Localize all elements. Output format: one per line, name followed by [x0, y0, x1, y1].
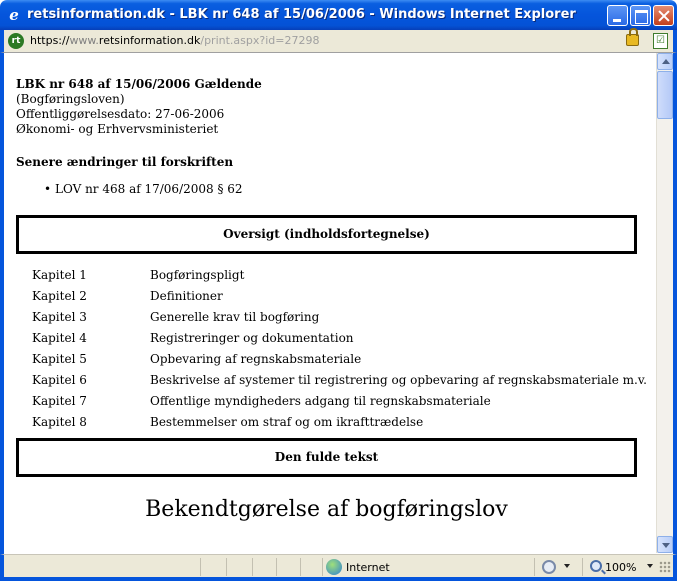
- site-favicon-icon: rt: [8, 33, 24, 49]
- toc-title[interactable]: Beskrivelse af systemer til registrering…: [150, 373, 647, 388]
- zoom-icon[interactable]: [590, 560, 602, 572]
- toc-row[interactable]: Kapitel 6 Beskrivelse af systemer til reg…: [16, 373, 656, 394]
- amendments-heading: Senere ændringer til forskriften: [16, 155, 234, 169]
- ministry-name: Økonomi- og Erhvervsministeriet: [16, 122, 219, 136]
- ie-logo-icon: e: [9, 6, 19, 24]
- toc-row[interactable]: Kapitel 3 Generelle krav til bogføring: [16, 310, 656, 331]
- status-divider: [226, 558, 227, 576]
- status-divider: [534, 558, 535, 576]
- vertical-scrollbar[interactable]: [656, 53, 673, 553]
- toc-row[interactable]: Kapitel 5 Opbevaring af regnskabsmaterial…: [16, 352, 656, 373]
- protected-mode-icon[interactable]: [542, 560, 556, 574]
- address-url[interactable]: https://www.retsinformation.dk/print.asp…: [30, 34, 319, 48]
- toc-chapter[interactable]: Kapitel 5: [16, 352, 150, 367]
- toc-row[interactable]: Kapitel 2 Definitioner: [16, 289, 656, 310]
- zoom-level[interactable]: 100%: [605, 561, 636, 574]
- resize-grip-icon[interactable]: [659, 561, 671, 573]
- toc-chapter[interactable]: Kapitel 4: [16, 331, 150, 346]
- status-divider: [300, 558, 301, 576]
- address-bar[interactable]: rt https://www.retsinformation.dk/print.…: [0, 28, 677, 52]
- document-short-name: (Bogføringsloven): [16, 92, 125, 106]
- scroll-down-button[interactable]: [657, 536, 673, 553]
- lock-icon[interactable]: [626, 28, 639, 46]
- toc-title[interactable]: Bogføringspligt: [150, 268, 244, 283]
- full-text-heading-box: Den fulde tekst: [16, 438, 637, 477]
- table-of-contents: Kapitel 1 Bogføringspligt Kapitel 2 Defini…: [16, 268, 656, 436]
- content-viewport[interactable]: LBK nr 648 af 15/06/2006 Gældende (Bogfø…: [0, 52, 677, 554]
- amendment-link[interactable]: LOV nr 468 af 17/06/2008 § 62: [55, 182, 243, 196]
- toc-title[interactable]: Definitioner: [150, 289, 223, 304]
- toc-title[interactable]: Opbevaring af regnskabsmateriale: [150, 352, 361, 367]
- maximize-button[interactable]: [630, 5, 651, 26]
- toc-chapter[interactable]: Kapitel 8: [16, 415, 150, 430]
- toc-title[interactable]: Bestemmelser om straf og om ikrafttrædel…: [150, 415, 423, 430]
- title-bar[interactable]: e retsinformation.dk - LBK nr 648 af 15/…: [0, 0, 677, 30]
- publication-date: Offentliggørelsesdato: 27-06-2006: [16, 107, 225, 121]
- page-report-icon[interactable]: ☑: [653, 33, 668, 49]
- security-zone-label: Internet: [346, 561, 390, 574]
- toc-title[interactable]: Generelle krav til bogføring: [150, 310, 319, 325]
- status-divider: [276, 558, 277, 576]
- toc-title[interactable]: Offentlige myndigheders adgang til regns…: [150, 394, 491, 409]
- bullet-icon: •: [44, 182, 52, 196]
- url-path: /print.aspx?id=27298: [200, 34, 320, 47]
- toc-row[interactable]: Kapitel 1 Bogføringspligt: [16, 268, 656, 289]
- amendment-item[interactable]: • LOV nr 468 af 17/06/2008 § 62: [44, 182, 656, 197]
- toc-title[interactable]: Registreringer og dokumentation: [150, 331, 354, 346]
- close-button[interactable]: [653, 5, 674, 26]
- toc-chapter[interactable]: Kapitel 6: [16, 373, 150, 388]
- toc-chapter[interactable]: Kapitel 2: [16, 289, 150, 304]
- toc-chapter[interactable]: Kapitel 1: [16, 268, 150, 283]
- toc-chapter[interactable]: Kapitel 7: [16, 394, 150, 409]
- scroll-up-button[interactable]: [657, 53, 673, 70]
- url-host-prefix: www.: [69, 34, 99, 47]
- document-title: LBK nr 648 af 15/06/2006 Gældende: [16, 77, 262, 91]
- status-divider: [322, 558, 323, 576]
- status-divider: [200, 558, 201, 576]
- chevron-down-icon[interactable]: [564, 564, 570, 568]
- url-protocol: https://: [30, 34, 70, 47]
- status-divider: [582, 558, 583, 576]
- url-host: retsinformation.dk: [98, 34, 201, 47]
- toc-row[interactable]: Kapitel 8 Bestemmelser om straf og om ikr…: [16, 415, 656, 436]
- internet-zone-icon: [326, 559, 342, 575]
- amendments-list: • LOV nr 468 af 17/06/2008 § 62: [44, 182, 656, 197]
- toc-heading-box: Oversigt (indholdsfortegnelse): [16, 215, 637, 254]
- main-heading: Bekendtgørelse af bogføringslov: [145, 497, 508, 522]
- toc-row[interactable]: Kapitel 4 Registreringer og dokumentation: [16, 331, 656, 352]
- toc-chapter[interactable]: Kapitel 3: [16, 310, 150, 325]
- window-title: retsinformation.dk - LBK nr 648 af 15/06…: [27, 7, 576, 22]
- chevron-down-icon[interactable]: [647, 564, 653, 568]
- minimize-button[interactable]: [607, 5, 628, 26]
- scroll-thumb[interactable]: [657, 71, 673, 119]
- document-page: LBK nr 648 af 15/06/2006 Gældende (Bogfø…: [16, 77, 656, 523]
- status-bar: Internet 100%: [0, 554, 677, 581]
- toc-row[interactable]: Kapitel 7 Offentlige myndigheders adgang …: [16, 394, 656, 415]
- status-divider: [252, 558, 253, 576]
